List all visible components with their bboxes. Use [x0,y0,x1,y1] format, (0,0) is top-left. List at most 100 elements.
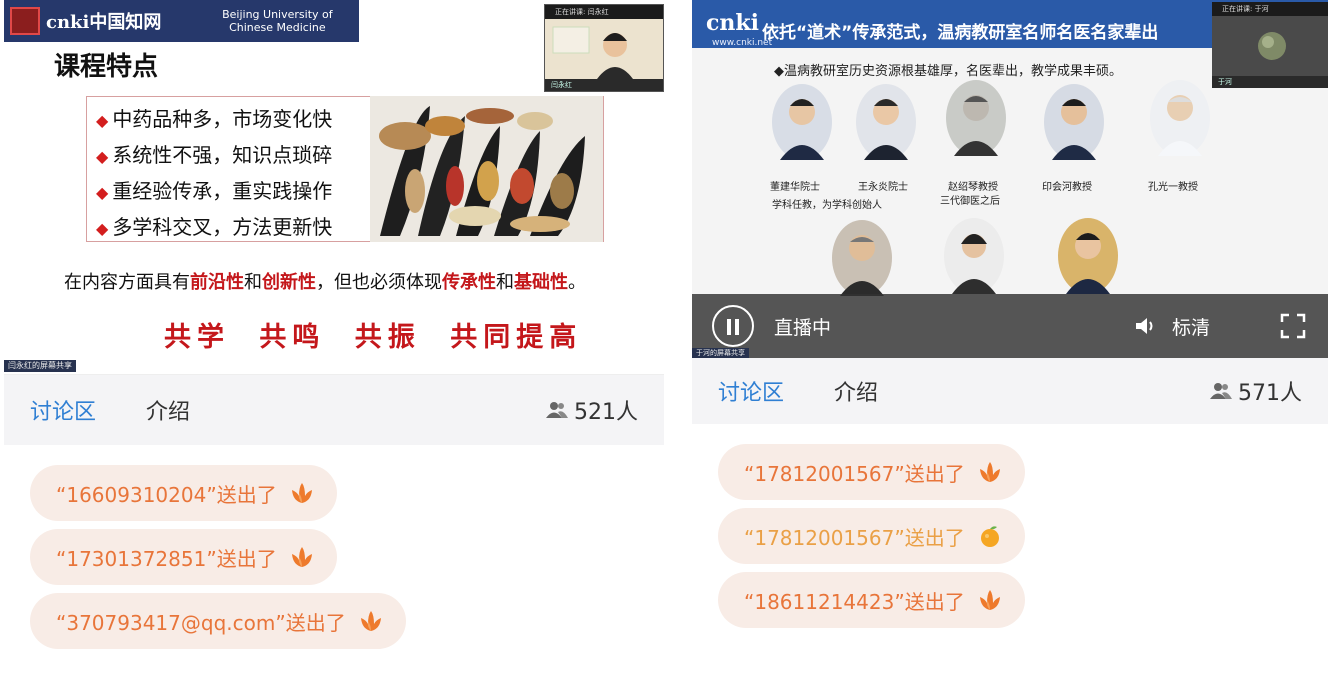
person-name: 孔光一教授 [1148,182,1198,193]
portrait-photo [1044,84,1104,160]
quality-selector[interactable]: 标清 [1172,313,1210,340]
desc-highlight: 基础性 [514,272,568,293]
flower-icon [291,547,312,567]
camera-header: 正在讲课: 于河 [1212,2,1328,16]
flower-icon [979,590,1000,610]
gift-message: “17301372851”送出了 [30,529,337,585]
gift-text: “16609310204”送出了 [56,482,277,507]
screen-share-badge: 于河的屏幕共享 [692,348,749,358]
slide-logo-bar: cnki中国知网 Beijing University of Chinese M… [4,0,359,42]
portrait-photo [944,218,1004,294]
speaker-camera[interactable]: 正在讲课: 闫永红 闫永红 [544,4,664,92]
feature-text: 中药品种多，市场变化快 [112,107,333,131]
desc-highlight: 前沿性 [190,272,244,293]
tab-discussion[interactable]: 讨论区 [30,394,96,426]
university-name: Beijing University of Chinese Medicine [197,8,357,34]
tab-bar: 讨论区 介绍 571人 [692,358,1328,424]
tab-intro[interactable]: 介绍 [834,375,878,407]
diamond-bullet-icon: ◆ [96,219,109,238]
video-stream[interactable]: cnki中国知网 Beijing University of Chinese M… [4,0,664,375]
screen-share-badge: 闫永红的屏幕共享 [4,360,76,372]
volume-icon[interactable] [1134,315,1158,337]
university-seal-icon [10,7,40,35]
gift-message-list: “17812001567”送出了 “17812001567”送出了 “18611… [692,424,1328,636]
desc-text: 和 [496,272,514,293]
gift-text: “17812001567”送出了 [744,461,965,486]
portrait-photo [832,220,892,296]
person-name: 王永炎院士 [858,182,908,193]
camera-name: 于河 [1212,76,1328,88]
portrait-photo [856,84,916,160]
cnki-logo: cnki [706,10,759,36]
desc-text: 和 [244,272,262,293]
gift-message: “17812001567”送出了 [718,508,1025,564]
person-name: 赵绍琴教授 [948,182,998,193]
university-line1: Beijing University of [222,8,333,21]
speaker-camera[interactable]: 正在讲课: 于河 于河 [1212,2,1328,88]
viewer-count: 521人 [546,394,638,426]
portrait-photo [1150,80,1210,156]
desc-highlight: 创新性 [262,272,316,293]
slide-slogan: 共学 共鸣 共振 共同提高 [164,322,583,353]
feature-item: ◆ 多学科交叉，方法更新快 [96,210,332,246]
portrait-photo [946,80,1006,156]
person-name: 印会河教授 [1042,182,1092,193]
camera-header: 正在讲课: 闫永红 [545,5,663,19]
portrait-photo [1058,218,1118,294]
live-status: 直播中 [774,316,832,339]
flower-icon [979,462,1000,482]
slide-description: 在内容方面具有前沿性和创新性，但也必须体现传承性和基础性。 [64,268,586,294]
diamond-bullet-icon: ◆ [96,147,109,166]
gift-message: “17812001567”送出了 [718,444,1025,500]
feature-list: ◆ 中药品种多，市场变化快 ◆ 系统性不强，知识点琐碎 ◆ 重经验传承，重实践操作 ◆… [96,102,332,246]
pause-button[interactable] [712,305,754,347]
university-line2: Chinese Medicine [229,21,326,34]
gift-text: “17812001567”送出了 [744,525,965,550]
feature-item: ◆ 重经验传承，重实践操作 [96,174,332,210]
left-live-panel: cnki中国知网 Beijing University of Chinese M… [4,0,664,660]
diamond-bullet-icon: ◆ [96,183,109,202]
camera-name: 闫永红 [545,79,663,91]
feature-text: 多学科交叉，方法更新快 [112,215,333,239]
feature-item: ◆ 中药品种多，市场变化快 [96,102,332,138]
flower-icon [291,483,312,503]
slide-subtitle: ◆温病教研室历史资源根基雄厚，名医辈出，教学成果丰硕。 [774,64,1122,79]
people-icon [546,402,568,418]
gift-message-list: “16609310204”送出了 “17301372851”送出了 “37079… [4,445,664,657]
desc-text: ，但也必须体现 [316,272,442,293]
tab-bar: 讨论区 介绍 521人 [4,375,664,445]
speaker-video [1212,16,1328,76]
person-note: 学科任教，为学科创始人 [772,200,882,211]
fullscreen-icon[interactable] [1280,313,1306,339]
video-stream[interactable]: cnki www.cnki.net 依托“道术”传承范式，温病教研室名师名医名家… [692,0,1328,358]
desc-text: 在内容方面具有 [64,272,190,293]
gift-text: “18611214423”送出了 [744,589,965,614]
person-name: 董建华院士 [770,182,820,193]
player-control-bar: 直播中 标清 [692,294,1328,358]
person-note: 三代御医之后 [940,196,1000,207]
tab-intro[interactable]: 介绍 [146,394,190,426]
orange-fruit-icon [980,526,999,547]
gift-message: “370793417@qq.com”送出了 [30,593,406,649]
people-icon [1210,383,1232,399]
feature-text: 系统性不强，知识点琐碎 [112,143,333,167]
tab-discussion[interactable]: 讨论区 [718,375,784,407]
viewer-count: 571人 [1210,375,1302,407]
gift-text: “370793417@qq.com”送出了 [56,610,346,635]
slide-title: 依托“道术”传承范式，温病教研室名师名医名家辈出 [762,23,1159,43]
slide-heading: 课程特点 [54,52,159,82]
viewer-count-text: 571人 [1238,381,1302,406]
gift-text: “17301372851”送出了 [56,546,277,571]
gift-message: “16609310204”送出了 [30,465,337,521]
speaker-video [545,19,663,79]
flower-icon [360,611,381,631]
desc-highlight: 传承性 [442,272,496,293]
desc-text: 。 [568,272,586,293]
cnki-logo: cnki中国知网 [46,12,162,33]
portrait-photo [772,84,832,160]
right-live-panel: cnki www.cnki.net 依托“道术”传承范式，温病教研室名师名医名家… [692,0,1328,640]
feature-item: ◆ 系统性不强，知识点琐碎 [96,138,332,174]
viewer-count-text: 521人 [574,400,638,425]
feature-text: 重经验传承，重实践操作 [112,179,333,203]
herbal-medicine-image [370,96,603,242]
